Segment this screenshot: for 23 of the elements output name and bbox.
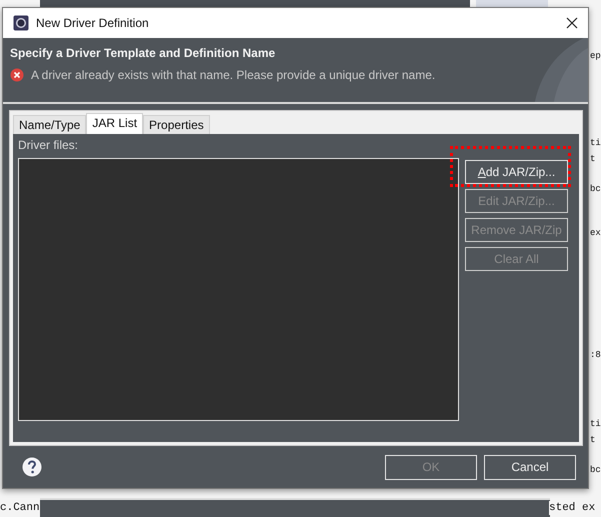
tab[interactable]: JAR List bbox=[86, 113, 144, 134]
code-fragment: sted ex bbox=[549, 501, 596, 515]
error-icon bbox=[10, 68, 24, 82]
help-icon[interactable] bbox=[22, 457, 42, 477]
code-fragment: ti bbox=[590, 137, 601, 150]
side-button[interactable]: Add JAR/Zip... bbox=[465, 160, 568, 184]
code-fragment: ex bbox=[590, 227, 601, 240]
code-fragment: bc bbox=[590, 464, 601, 477]
window-title: New Driver Definition bbox=[36, 16, 150, 30]
app-icon bbox=[13, 15, 29, 31]
tab[interactable]: Properties bbox=[143, 115, 210, 134]
code-fragment: t bbox=[590, 153, 596, 166]
error-message: A driver already exists with that name. Please provide a unique driver name. bbox=[31, 68, 436, 82]
close-icon[interactable] bbox=[566, 17, 578, 29]
code-fragment: bc bbox=[590, 183, 601, 196]
code-fragment: ti bbox=[590, 418, 601, 431]
tab[interactable]: Name/Type bbox=[13, 115, 86, 134]
page-title: Specify a Driver Template and Definition Name bbox=[10, 46, 276, 60]
code-fragment: :8 bbox=[590, 349, 601, 362]
code-fragment: t bbox=[590, 434, 596, 447]
driver-files-label: Driver files: bbox=[18, 138, 80, 152]
code-fragment: ep bbox=[590, 50, 601, 63]
dialog-button[interactable]: Cancel bbox=[484, 454, 576, 480]
